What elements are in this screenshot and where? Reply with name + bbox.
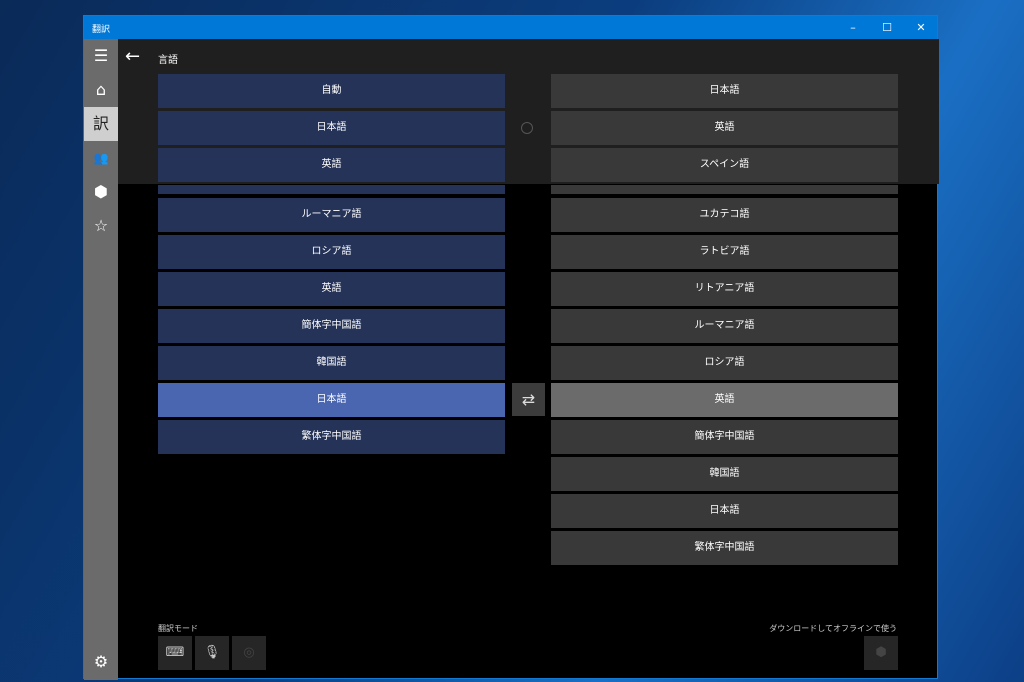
right-language-item[interactable]: 繁体字中国語: [551, 531, 898, 565]
translation-mode-label: 翻訳モード: [158, 624, 198, 633]
left-recent-language-item[interactable]: 日本語: [158, 111, 505, 145]
swap-languages-button[interactable]: ⇄: [512, 383, 545, 416]
left-language-item[interactable]: 簡体字中国語: [158, 309, 505, 343]
keyboard-mode-button[interactable]: ⌨: [158, 636, 192, 670]
right-language-item[interactable]: リトアニア語: [551, 272, 898, 306]
left-language-item[interactable]: ロシア語: [158, 235, 505, 269]
right-language-item[interactable]: ユカテコ語: [551, 198, 898, 232]
right-language-item[interactable]: ロシア語: [551, 346, 898, 380]
right-language-item[interactable]: 簡体字中国語: [551, 420, 898, 454]
left-partial-row[interactable]: [158, 185, 505, 194]
sidebar: ☰ ⌂ 訳 👥 ⬢ ☆ ⚙: [84, 39, 118, 680]
left-language-item[interactable]: 繁体字中国語: [158, 420, 505, 454]
page-title: 言語: [158, 55, 178, 66]
right-partial-row[interactable]: [551, 185, 898, 194]
offline-download-label: ダウンロードしてオフラインで使う: [769, 624, 897, 633]
conversation-icon[interactable]: 👥: [84, 141, 118, 175]
left-language-item[interactable]: ルーマニア語: [158, 198, 505, 232]
offline-pack-icon[interactable]: ⬢: [84, 175, 118, 209]
right-language-item[interactable]: ラトビア語: [551, 235, 898, 269]
back-arrow-icon[interactable]: ←: [125, 46, 140, 67]
translate-icon[interactable]: 訳: [84, 107, 118, 141]
hamburger-menu-icon[interactable]: ☰: [84, 39, 118, 73]
window-title: 翻訳: [92, 25, 111, 35]
close-button[interactable]: ✕: [904, 16, 938, 39]
right-language-item[interactable]: 日本語: [551, 494, 898, 528]
left-language-item[interactable]: 英語: [158, 272, 505, 306]
offline-download-button[interactable]: ⬢: [864, 636, 898, 670]
translator-window: 翻訳 – ☐ ✕ ☰ ⌂ 訳 👥 ⬢ ☆ ⚙ ← 言語 自動 日本語 英語 日本語 英語…: [83, 15, 939, 680]
minimize-button[interactable]: –: [836, 16, 870, 39]
maximize-button[interactable]: ☐: [870, 16, 904, 39]
right-language-item[interactable]: 韓国語: [551, 457, 898, 491]
left-recent-language-item[interactable]: 自動: [158, 74, 505, 108]
mic-mode-button[interactable]: 🎙: [195, 636, 229, 670]
right-recent-language-item[interactable]: 英語: [551, 111, 898, 145]
right-language-item[interactable]: 英語: [551, 383, 898, 417]
left-language-item[interactable]: 日本語: [158, 383, 505, 417]
clock-icon: [521, 122, 533, 134]
left-language-item[interactable]: 韓国語: [158, 346, 505, 380]
right-recent-language-item[interactable]: 日本語: [551, 74, 898, 108]
right-recent-language-item[interactable]: スペイン語: [551, 148, 898, 182]
star-icon[interactable]: ☆: [84, 209, 118, 243]
camera-mode-button[interactable]: ◎: [232, 636, 266, 670]
left-recent-language-item[interactable]: 英語: [158, 148, 505, 182]
home-icon[interactable]: ⌂: [84, 73, 118, 107]
title-bar: 翻訳 – ☐ ✕: [84, 16, 937, 39]
gear-icon[interactable]: ⚙: [84, 645, 118, 679]
right-language-item[interactable]: ルーマニア語: [551, 309, 898, 343]
